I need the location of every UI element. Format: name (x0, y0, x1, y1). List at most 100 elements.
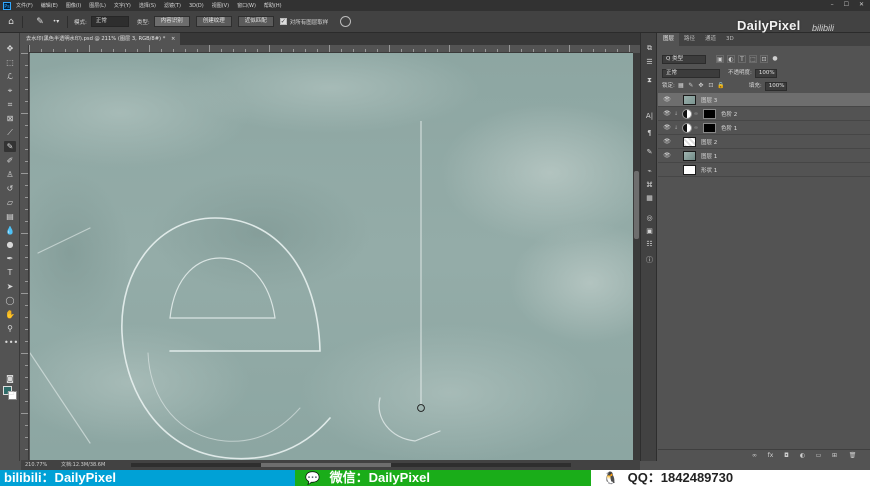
layer-row-layer2[interactable]: 👁 图层 2 (658, 135, 870, 149)
menu-filter[interactable]: 滤镜(T) (164, 2, 181, 9)
brush-tool-icon[interactable]: ✐ (4, 155, 16, 166)
scrollbar-thumb[interactable] (261, 463, 391, 467)
layer-mask-thumbnail[interactable] (703, 122, 716, 133)
group-icon[interactable]: ▭ (814, 451, 823, 460)
gradient-tool-icon[interactable]: ▤ (4, 211, 16, 222)
delete-icon[interactable]: 🗑 (848, 451, 857, 460)
layer-mask-thumbnail[interactable] (703, 108, 716, 119)
pressure-size-icon[interactable] (340, 16, 352, 27)
menu-window[interactable]: 窗口(W) (237, 2, 256, 9)
brush-size-icon[interactable]: •▾ (51, 17, 61, 27)
proximity-match-button[interactable]: 近似匹配 (237, 16, 274, 27)
ellipse-tool-icon[interactable]: ◯ (4, 295, 16, 306)
home-icon[interactable]: ⌂ (6, 17, 16, 27)
lock-artboard-icon[interactable]: ⊡ (707, 82, 715, 90)
visibility-eye-icon[interactable]: 👁 (662, 124, 672, 131)
history-icon[interactable]: ⧉ (644, 43, 655, 54)
photoshop-logo-icon[interactable]: Ps (3, 1, 11, 10)
filter-toggle-icon[interactable]: ● (771, 55, 779, 63)
create-texture-button[interactable]: 创建纹理 (195, 16, 232, 27)
tab-close-icon[interactable]: × (171, 36, 175, 42)
visibility-eye-icon[interactable]: 👁 (662, 138, 672, 145)
eyedropper-tool-icon[interactable]: ⟋ (4, 127, 16, 138)
pen-tool-icon[interactable]: ✒ (4, 253, 16, 264)
fill-input[interactable]: 100% (764, 81, 787, 91)
hand-tool-icon[interactable]: ✋ (4, 309, 16, 320)
filter-shape-icon[interactable]: ⬚ (749, 55, 757, 63)
lock-position-icon[interactable]: ✥ (697, 82, 705, 90)
image-canvas[interactable] (30, 53, 633, 460)
menu-type[interactable]: 文字(Y) (114, 2, 131, 9)
canvas-vertical-scrollbar[interactable] (633, 53, 640, 460)
type-tool-icon[interactable]: T (4, 267, 16, 278)
quick-mask-icon[interactable]: ◙ (4, 373, 16, 384)
layer-name[interactable]: 色阶 1 (721, 124, 737, 132)
adjustment-icon[interactable]: ◐ (798, 451, 807, 460)
clone-source-icon[interactable]: ⌘ (644, 180, 655, 191)
swatches-icon[interactable]: ▦ (644, 193, 655, 204)
tab-channels[interactable]: 通道 (700, 33, 721, 46)
layer-name[interactable]: 形状 1 (701, 166, 717, 174)
brush-settings-icon[interactable]: ⌁ (644, 166, 655, 177)
mask-link-icon[interactable]: ∞ (692, 111, 700, 117)
layer-filter-select[interactable]: Q 类型 (662, 54, 706, 64)
menu-3d[interactable]: 3D(D) (189, 3, 204, 9)
layer-name[interactable]: 图层 1 (701, 152, 717, 160)
new-layer-icon[interactable]: ⊞ (830, 451, 839, 460)
layer-row-layer3[interactable]: 👁 图层 3 (658, 93, 870, 107)
tab-paths[interactable]: 路径 (679, 33, 700, 46)
paragraph-icon[interactable]: ¶ (644, 128, 655, 139)
navigator-icon[interactable]: ◎ (644, 213, 655, 224)
blur-tool-icon[interactable]: 💧 (4, 225, 16, 236)
history-brush-tool-icon[interactable]: ↺ (4, 183, 16, 194)
mask-link-icon[interactable]: ∞ (692, 125, 700, 131)
fx-icon[interactable]: fx (766, 451, 775, 460)
filter-pixel-icon[interactable]: ▣ (716, 55, 724, 63)
document-tab[interactable]: 去水印(黑色半透明水印).psd @ 211% (图层 3, RGB/8#) *… (21, 33, 181, 45)
crop-tool-icon[interactable]: ⌗ (4, 99, 16, 110)
link-icon[interactable]: ∞ (750, 451, 759, 460)
zoom-level[interactable]: 210.77% (25, 460, 47, 470)
screen-mode-icon[interactable]: ▭ (5, 387, 17, 398)
sample-all-layers-checkbox[interactable]: ✓ (279, 18, 287, 25)
menu-file[interactable]: 文件(F) (16, 2, 33, 9)
layer-row-layer1[interactable]: 👁 图层 1 (658, 149, 870, 163)
layer-name[interactable]: 图层 2 (701, 138, 717, 146)
content-aware-button[interactable]: 内容识别 (153, 16, 190, 27)
filter-type-icon[interactable]: T (738, 55, 746, 63)
lasso-tool-icon[interactable]: ℒ (4, 71, 16, 82)
lock-image-icon[interactable]: ✎ (687, 82, 695, 90)
canvas-horizontal-scrollbar[interactable] (131, 463, 571, 467)
layer-row-levels2[interactable]: 👁 ↓ ∞ 色阶 2 (658, 107, 870, 121)
quick-select-tool-icon[interactable]: ⌖ (4, 85, 16, 96)
menu-edit[interactable]: 编辑(E) (41, 2, 58, 9)
character-icon[interactable]: A| (644, 111, 655, 122)
zoom-tool-icon[interactable]: ⚲ (4, 323, 16, 334)
adjustments-icon[interactable]: ▣ (644, 226, 655, 237)
tab-layers[interactable]: 图层 (658, 33, 680, 46)
spot-healing-brush-icon[interactable]: ✎ (35, 17, 45, 27)
menu-view[interactable]: 视图(V) (212, 2, 229, 9)
tab-3d[interactable]: 3D (721, 33, 739, 46)
layer-comps-icon[interactable]: ☷ (644, 239, 655, 250)
visibility-eye-icon[interactable]: 👁 (662, 96, 672, 103)
eraser-tool-icon[interactable]: ▱ (4, 197, 16, 208)
properties-icon[interactable]: ☰ (644, 57, 655, 68)
path-select-tool-icon[interactable]: ➤ (4, 281, 16, 292)
adjust-icon[interactable]: ⧗ (644, 75, 655, 86)
lock-transparency-icon[interactable]: ▦ (677, 82, 685, 90)
filter-adjustment-icon[interactable]: ◐ (727, 55, 735, 63)
mode-select[interactable]: 正常 (90, 16, 129, 27)
blend-mode-select[interactable]: 正常 (662, 68, 720, 78)
layer-name[interactable]: 图层 3 (701, 96, 717, 104)
dodge-tool-icon[interactable]: ● (4, 239, 16, 250)
minimize-button[interactable]: – (831, 1, 834, 8)
clone-stamp-tool-icon[interactable]: ♙ (4, 169, 16, 180)
menu-select[interactable]: 选择(S) (139, 2, 156, 9)
lock-all-icon[interactable]: 🔒 (717, 82, 725, 90)
menu-image[interactable]: 图像(I) (66, 2, 81, 9)
frame-tool-icon[interactable]: ⊠ (4, 113, 16, 124)
layer-name[interactable]: 色阶 2 (721, 110, 737, 118)
move-tool-icon[interactable]: ✥ (4, 43, 16, 54)
edit-toolbar-icon[interactable]: ••• (4, 337, 18, 348)
